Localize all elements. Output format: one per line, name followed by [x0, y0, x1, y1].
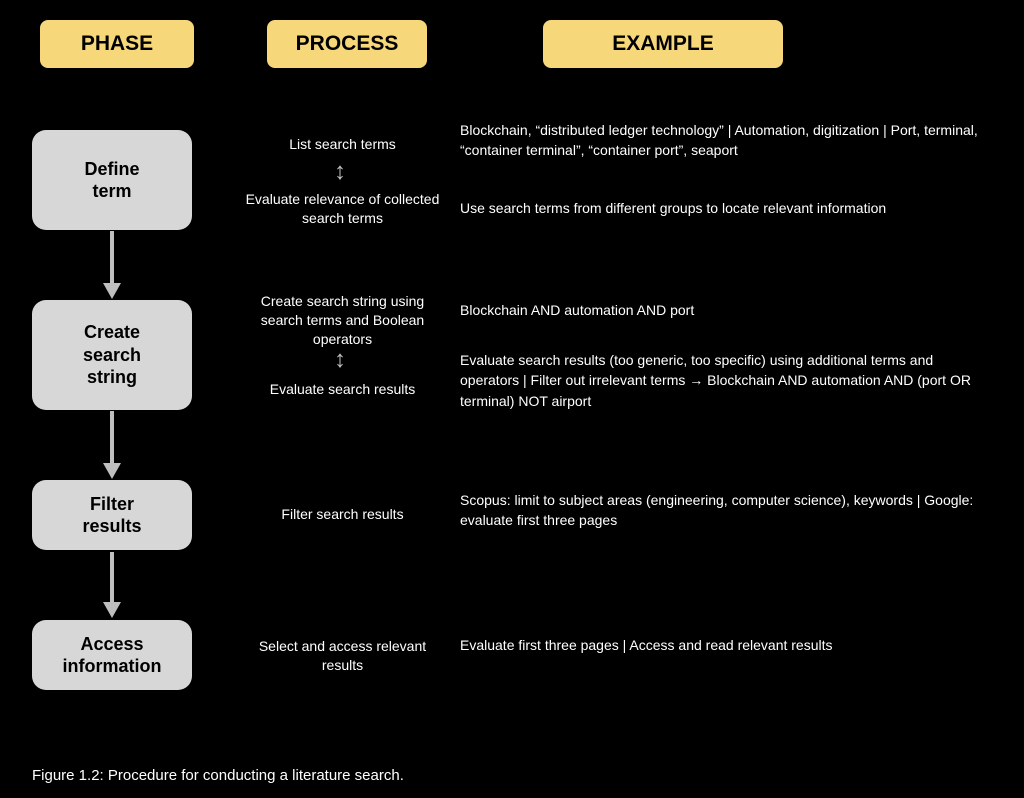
- example-text: Evaluate first three pages | Access and …: [460, 635, 990, 655]
- column-header-phase: PHASE: [40, 20, 194, 68]
- phase-label: Createsearchstring: [83, 321, 141, 389]
- updown-arrow-icon: ↕: [320, 348, 360, 372]
- process-text: Select and access relevant results: [240, 637, 445, 675]
- phase-box-create-search: Createsearchstring: [32, 300, 192, 410]
- example-text: Blockchain AND automation AND port: [460, 300, 990, 320]
- example-text: Scopus: limit to subject areas (engineer…: [460, 490, 990, 531]
- example-text: Blockchain, “distributed ledger technolo…: [460, 120, 990, 161]
- diagram-canvas: PHASE PROCESS EXAMPLE Defineterm Creates…: [0, 0, 1024, 798]
- process-text: Evaluate relevance of collected search t…: [240, 190, 445, 228]
- phase-box-access-information: Accessinformation: [32, 620, 192, 690]
- arrow-down-icon: [108, 552, 116, 618]
- phase-label: Defineterm: [84, 158, 139, 203]
- example-text: Evaluate search results (too generic, to…: [460, 350, 990, 411]
- process-text: List search terms: [240, 135, 445, 154]
- phase-label: Filterresults: [82, 493, 141, 538]
- process-text: Filter search results: [240, 505, 445, 524]
- updown-arrow-icon: ↕: [320, 160, 360, 184]
- column-header-example: EXAMPLE: [543, 20, 783, 68]
- process-text: Create search string using search terms …: [240, 292, 445, 349]
- phase-box-filter-results: Filterresults: [32, 480, 192, 550]
- column-header-process: PROCESS: [267, 20, 427, 68]
- phase-label: Accessinformation: [63, 633, 162, 678]
- process-text: Evaluate search results: [240, 380, 445, 399]
- example-text: Use search terms from different groups t…: [460, 198, 990, 218]
- arrow-down-icon: [108, 231, 116, 299]
- arrow-down-icon: [108, 411, 116, 479]
- phase-box-define-term: Defineterm: [32, 130, 192, 230]
- figure-caption: Figure 1.2: Procedure for conducting a l…: [32, 767, 404, 784]
